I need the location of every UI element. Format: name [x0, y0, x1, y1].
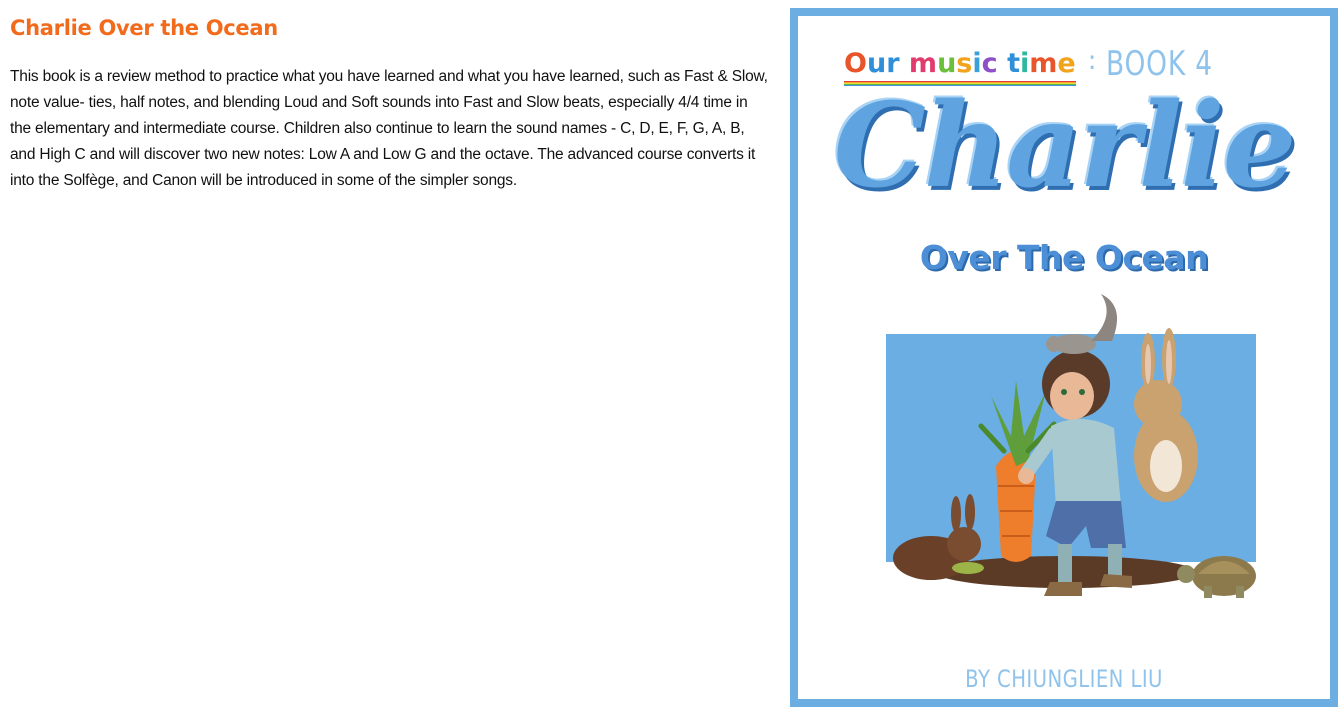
cover-author: BY CHIUNGLIEN LIU [965, 665, 1163, 693]
cover-illustration [886, 294, 1256, 598]
product-description: This book is a review method to practice… [10, 68, 768, 189]
product-info: Charlie Over the Ocean This book is a re… [10, 16, 770, 194]
cover-title: Charlie [833, 78, 1297, 214]
product-title: Charlie Over the Ocean [10, 16, 278, 40]
cover-subtitle: Over The Ocean [919, 238, 1209, 277]
series-separator: : [1087, 46, 1097, 76]
book-cover-image: Our music time : BOOK 4 Charlie Over The… [790, 8, 1338, 707]
tortoise-icon [1177, 556, 1256, 598]
